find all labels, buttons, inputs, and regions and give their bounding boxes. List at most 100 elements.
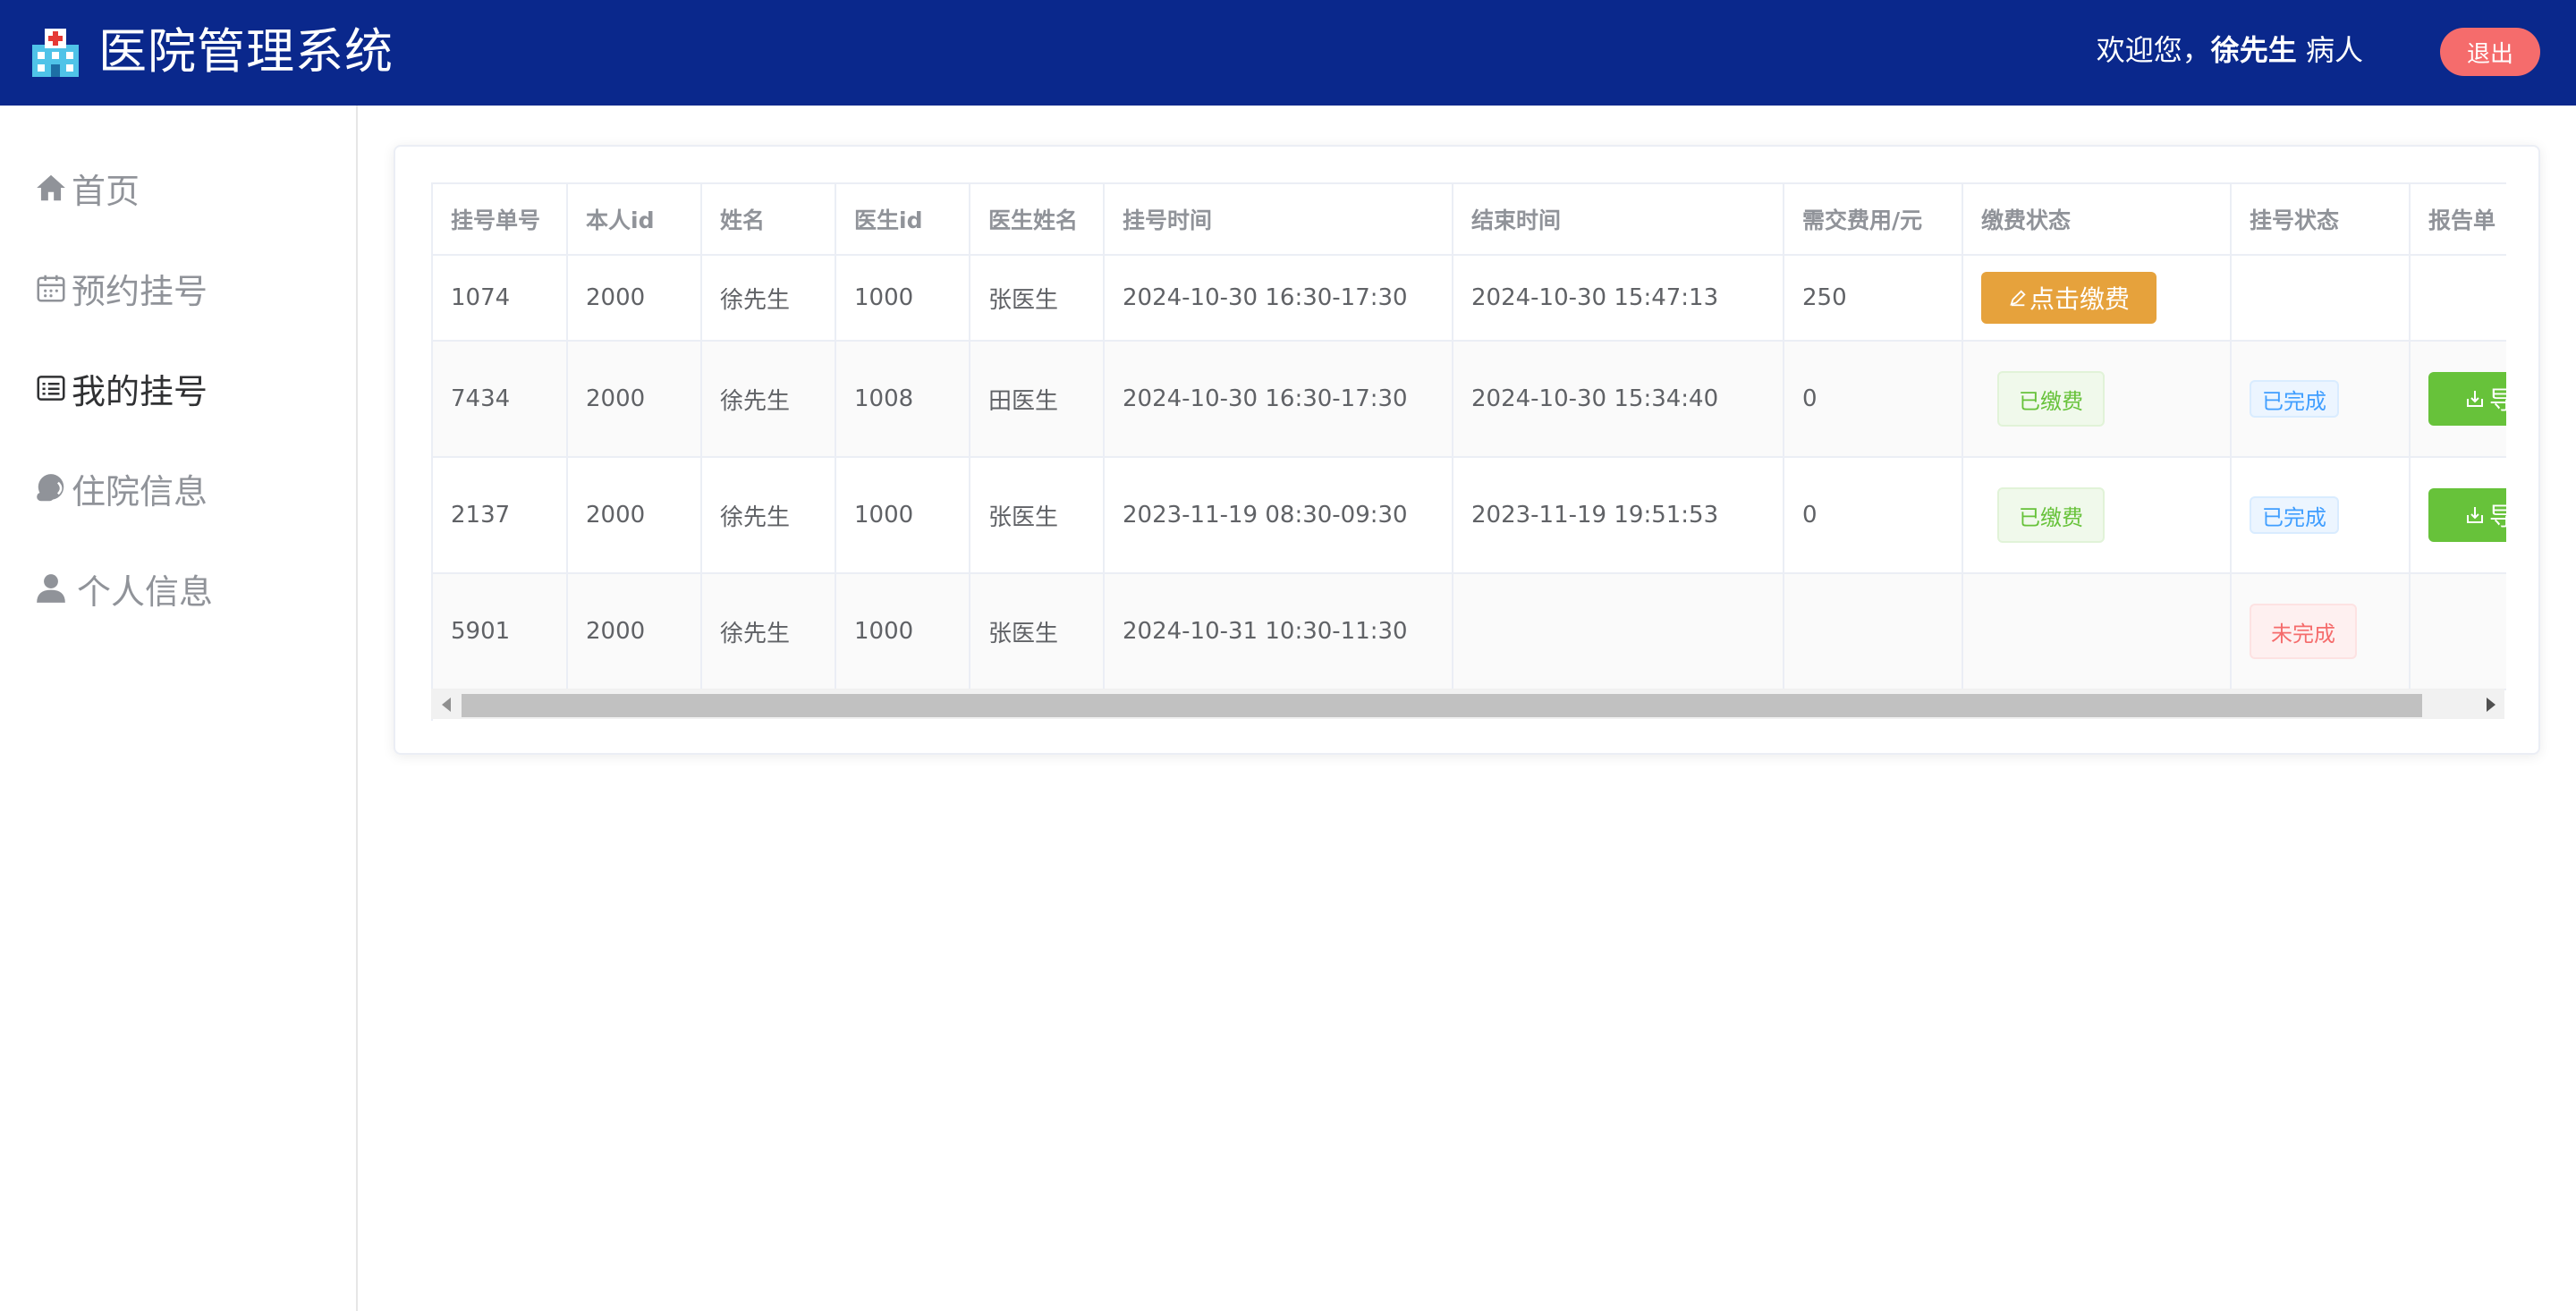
list-icon <box>37 376 65 401</box>
scrollbar-thumb[interactable] <box>462 694 2422 717</box>
sidebar-item-label: 个人信息 <box>77 571 214 612</box>
cell-fee: 250 <box>1784 255 1963 342</box>
cell-doctor-name: 田医生 <box>970 341 1105 458</box>
cell-end-time: 2023-11-19 19:51:53 <box>1453 457 1784 574</box>
logout-button[interactable]: 退出 <box>2440 28 2540 76</box>
col-header-reg-id[interactable]: 挂号单号 <box>433 184 568 256</box>
cell-self-id: 2000 <box>567 255 702 342</box>
cell-report: 导 <box>2410 457 2506 574</box>
cell-end-time <box>1453 573 1784 690</box>
cell-name: 徐先生 <box>701 457 836 574</box>
cell-name: 徐先生 <box>701 573 836 690</box>
cell-report: 导 <box>2410 341 2506 458</box>
welcome-text: 欢迎您，徐先生 病人 <box>2097 27 2363 73</box>
pay-button-label: 点击缴费 <box>2029 284 2131 314</box>
sidebar-item-label: 住院信息 <box>72 471 208 512</box>
cell-reg-status: 未完成 <box>2231 573 2411 690</box>
table-row[interactable]: 1074 2000 徐先生 1000 张医生 2024-10-30 16:30-… <box>433 255 2506 342</box>
cell-fee <box>1784 573 1963 690</box>
calendar-icon <box>37 275 65 302</box>
cell-doctor-name: 张医生 <box>970 255 1105 342</box>
completed-tag: 已完成 <box>2250 496 2339 534</box>
top-header: 医院管理系统 欢迎您，徐先生 病人 退出 <box>0 0 2576 106</box>
table-row[interactable]: 2137 2000 徐先生 1000 张医生 2023-11-19 08:30-… <box>433 457 2506 574</box>
cell-report <box>2410 573 2506 690</box>
paid-tag: 已缴费 <box>1997 487 2105 543</box>
col-header-pay-status[interactable]: 缴费状态 <box>1962 184 2232 256</box>
cell-self-id: 2000 <box>567 341 702 458</box>
cell-doctor-id: 1000 <box>835 457 970 574</box>
cell-fee: 0 <box>1784 341 1963 458</box>
cell-pay-status <box>1962 573 2232 690</box>
cell-doctor-id: 1008 <box>835 341 970 458</box>
sidebar-item-my-registrations[interactable]: 我的挂号 <box>34 361 208 415</box>
col-header-self-id[interactable]: 本人id <box>567 184 702 256</box>
welcome-prefix: 欢迎您， <box>2096 33 2211 67</box>
col-header-doctor-id[interactable]: 医生id <box>835 184 970 256</box>
cell-end-time: 2024-10-30 15:34:40 <box>1453 341 1784 458</box>
cell-reg-time: 2024-10-30 16:30-17:30 <box>1104 341 1453 458</box>
app-title: 医院管理系统 <box>98 23 394 80</box>
col-header-name[interactable]: 姓名 <box>701 184 836 256</box>
registrations-card: 挂号单号 本人id 姓名 医生id 医生姓名 挂号时间 结束时间 需交费用/元 … <box>394 145 2540 755</box>
cell-reg-id: 5901 <box>433 573 568 690</box>
sidebar-item-appointment[interactable]: 预约挂号 <box>34 261 208 315</box>
export-report-button[interactable]: 导 <box>2428 488 2506 542</box>
col-header-report[interactable]: 报告单 <box>2410 184 2506 256</box>
cell-self-id: 2000 <box>567 457 702 574</box>
table-header-row: 挂号单号 本人id 姓名 医生id 医生姓名 挂号时间 结束时间 需交费用/元 … <box>433 184 2506 256</box>
table-row[interactable]: 5901 2000 徐先生 1000 张医生 2024-10-31 10:30-… <box>433 573 2506 690</box>
cell-reg-time: 2024-10-30 16:30-17:30 <box>1104 255 1453 342</box>
scroll-right-arrow-icon[interactable] <box>2487 698 2496 712</box>
cell-reg-time: 2023-11-19 08:30-09:30 <box>1104 457 1453 574</box>
cell-reg-status: 已完成 <box>2231 457 2411 574</box>
col-header-doctor-name[interactable]: 医生姓名 <box>970 184 1105 256</box>
col-header-end-time[interactable]: 结束时间 <box>1453 184 1784 256</box>
home-icon <box>37 174 65 201</box>
user-icon <box>37 574 65 603</box>
col-header-fee[interactable]: 需交费用/元 <box>1784 184 1963 256</box>
cell-doctor-name: 张医生 <box>970 457 1105 574</box>
completed-tag: 已完成 <box>2250 380 2339 418</box>
user-role: 病人 <box>2305 33 2363 67</box>
export-button-label: 导 <box>2489 497 2506 533</box>
table-row[interactable]: 7434 2000 徐先生 1008 田医生 2024-10-30 16:30-… <box>433 341 2506 458</box>
registrations-table: 挂号单号 本人id 姓名 医生id 医生姓名 挂号时间 结束时间 需交费用/元 … <box>433 184 2506 690</box>
cell-end-time: 2024-10-30 15:47:13 <box>1453 255 1784 342</box>
pay-button[interactable]: 点击缴费 <box>1981 272 2157 324</box>
paid-tag: 已缴费 <box>1997 371 2105 427</box>
export-report-button[interactable]: 导 <box>2428 372 2506 426</box>
sidebar-item-label: 预约挂号 <box>72 271 208 311</box>
incomplete-tag: 未完成 <box>2250 604 2357 659</box>
sidebar-item-profile[interactable]: 个人信息 <box>34 562 213 615</box>
download-icon <box>2467 507 2483 523</box>
cell-name: 徐先生 <box>701 255 836 342</box>
cell-pay-status: 已缴费 <box>1962 341 2232 458</box>
sidebar-item-label: 我的挂号 <box>72 371 208 411</box>
edit-icon <box>2010 290 2026 307</box>
export-button-label: 导 <box>2489 381 2506 417</box>
hospital-icon <box>32 29 79 77</box>
horizontal-scrollbar[interactable] <box>431 689 2504 719</box>
sidebar-item-inpatient[interactable]: 住院信息 <box>34 461 208 515</box>
col-header-reg-time[interactable]: 挂号时间 <box>1104 184 1453 256</box>
sidebar-item-home[interactable]: 首页 <box>34 161 140 215</box>
sidebar-item-label: 首页 <box>72 171 140 211</box>
col-header-reg-status[interactable]: 挂号状态 <box>2231 184 2411 256</box>
cell-reg-id: 2137 <box>433 457 568 574</box>
cell-fee: 0 <box>1784 457 1963 574</box>
cell-reg-status: 已完成 <box>2231 341 2411 458</box>
cell-pay-status: 点击缴费 <box>1962 255 2232 342</box>
cell-doctor-name: 张医生 <box>970 573 1105 690</box>
sidebar: 首页 预约挂号 我的挂号 住院信息 个人信息 <box>0 106 358 1311</box>
cell-name: 徐先生 <box>701 341 836 458</box>
scroll-left-arrow-icon[interactable] <box>442 698 451 712</box>
download-icon <box>2467 391 2483 407</box>
user-name: 徐先生 <box>2210 33 2297 67</box>
cell-doctor-id: 1000 <box>835 255 970 342</box>
cell-report <box>2410 255 2506 342</box>
cell-pay-status: 已缴费 <box>1962 457 2232 574</box>
cell-doctor-id: 1000 <box>835 573 970 690</box>
cell-reg-id: 1074 <box>433 255 568 342</box>
registrations-table-wrapper: 挂号单号 本人id 姓名 医生id 医生姓名 挂号时间 结束时间 需交费用/元 … <box>431 182 2506 721</box>
